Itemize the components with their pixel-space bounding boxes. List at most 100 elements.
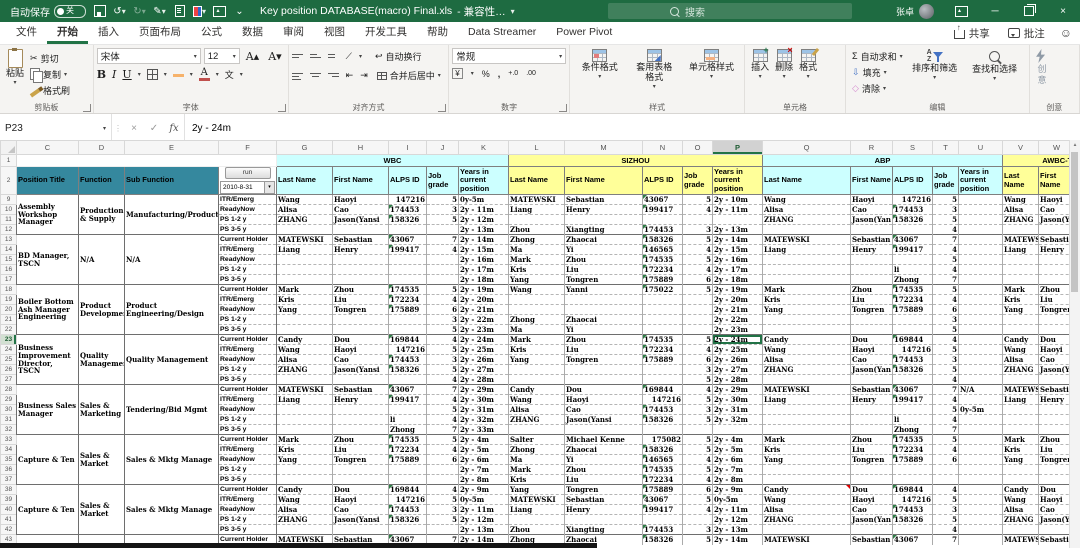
cell[interactable]: 5: [426, 514, 459, 525]
cell[interactable]: [426, 274, 459, 285]
cell[interactable]: Henry: [564, 204, 643, 215]
cell[interactable]: Zhou: [332, 284, 389, 295]
column-header[interactable]: H: [332, 140, 389, 155]
cell[interactable]: [276, 254, 333, 265]
cell[interactable]: Business Improvement Director, TSCN: [16, 334, 79, 385]
cell[interactable]: [1002, 264, 1039, 275]
feedback-smiley-icon[interactable]: ☺: [1060, 26, 1072, 40]
cell[interactable]: [958, 204, 1003, 215]
cell[interactable]: Candy: [762, 484, 851, 495]
cell[interactable]: Current Holder: [218, 234, 277, 245]
cell[interactable]: [682, 424, 713, 435]
cell[interactable]: Alisa: [762, 354, 851, 365]
cell[interactable]: Cao: [1038, 204, 1070, 215]
cell[interactable]: Liu: [850, 444, 893, 455]
cell[interactable]: 2y - 28m: [458, 374, 509, 385]
cell[interactable]: 0y-5m: [458, 494, 509, 505]
cell[interactable]: PS 1-2 y: [218, 364, 277, 375]
cell[interactable]: [762, 424, 851, 435]
cell[interactable]: Yi: [564, 324, 643, 335]
cell[interactable]: 5: [682, 234, 713, 245]
cell[interactable]: 174453: [892, 354, 933, 365]
orientation-icon[interactable]: ⟋: [346, 51, 352, 62]
cell[interactable]: Sebastian: [332, 234, 389, 245]
cell[interactable]: 2y - 12m: [458, 514, 509, 525]
cell[interactable]: [332, 224, 389, 235]
cell[interactable]: [892, 224, 933, 235]
cell[interactable]: PS 3-5 y: [218, 374, 277, 385]
cell[interactable]: [958, 344, 1003, 355]
cell[interactable]: 5: [426, 284, 459, 295]
cell[interactable]: 175082: [642, 434, 683, 445]
cell[interactable]: 146565: [642, 454, 683, 465]
column-header[interactable]: U: [958, 140, 1003, 155]
cell[interactable]: N/A: [124, 234, 219, 285]
cell[interactable]: Liang: [762, 244, 851, 255]
cell[interactable]: [1002, 404, 1039, 415]
cell[interactable]: 5: [932, 434, 959, 445]
cell[interactable]: 43067: [388, 384, 427, 395]
row-header[interactable]: 42: [0, 524, 17, 535]
cell[interactable]: [388, 464, 427, 475]
cell[interactable]: Cao: [1038, 354, 1070, 365]
cell[interactable]: N/A: [78, 234, 125, 285]
cell[interactable]: Wang: [508, 394, 565, 405]
increase-font-icon[interactable]: A▴: [243, 48, 262, 64]
cell[interactable]: 7: [932, 424, 959, 435]
cell[interactable]: Yang: [1002, 304, 1039, 315]
cell[interactable]: Tongren: [564, 484, 643, 495]
cell[interactable]: Alisa: [762, 204, 851, 215]
cell[interactable]: 172234: [892, 444, 933, 455]
header-cell[interactable]: First Name: [850, 166, 893, 195]
cell[interactable]: PS 3-5 y: [218, 274, 277, 285]
cell[interactable]: MATEWSKI: [762, 384, 851, 395]
cell[interactable]: Haoyi: [1038, 494, 1070, 505]
row-header[interactable]: 17: [0, 274, 17, 285]
cell[interactable]: ZHANG: [762, 514, 851, 525]
cell[interactable]: Liang: [508, 504, 565, 515]
cell[interactable]: ZHANG: [276, 364, 333, 375]
row-header[interactable]: 2: [0, 166, 17, 195]
cell[interactable]: 2y - 14m: [458, 234, 509, 245]
cell[interactable]: [276, 374, 333, 385]
cell[interactable]: Sebastian: [850, 234, 893, 245]
row-header[interactable]: 25: [0, 354, 17, 365]
cell[interactable]: [958, 294, 1003, 305]
cell[interactable]: 4: [682, 244, 713, 255]
cell[interactable]: 2y - 31m: [458, 404, 509, 415]
cell[interactable]: [712, 214, 763, 225]
cell[interactable]: Kris: [762, 294, 851, 305]
find-select-button[interactable]: 查找和选择 ▾: [964, 48, 1026, 83]
cell[interactable]: 4: [932, 264, 959, 275]
column-header[interactable]: P: [712, 140, 763, 155]
cell[interactable]: [332, 524, 389, 535]
cell[interactable]: [762, 264, 851, 275]
cell[interactable]: 0y-5m: [958, 404, 1003, 415]
column-header[interactable]: F: [218, 140, 277, 155]
cell[interactable]: Zhaocai: [564, 234, 643, 245]
cell[interactable]: 2y - 16m: [458, 254, 509, 265]
ribbon-display-options-icon[interactable]: [944, 0, 978, 22]
cell[interactable]: [1002, 374, 1039, 385]
cell[interactable]: ZHANG: [508, 414, 565, 425]
group-header[interactable]: ABP: [762, 154, 1003, 167]
cell[interactable]: Jason(Yan: [850, 214, 893, 225]
tab-帮助[interactable]: 帮助: [417, 22, 458, 44]
cell[interactable]: 2y - 5m: [712, 444, 763, 455]
format-as-table-button[interactable]: 套用表格格式 ▾: [627, 48, 682, 91]
cell[interactable]: ReadyNow: [218, 254, 277, 265]
cell[interactable]: 5: [682, 194, 713, 205]
table-macro-icon[interactable]: [213, 5, 226, 18]
cell[interactable]: 172234: [642, 344, 683, 355]
cell[interactable]: [958, 444, 1003, 455]
cell[interactable]: 175889: [642, 274, 683, 285]
cell[interactable]: [508, 514, 565, 525]
cell[interactable]: MATEWSKI: [276, 384, 333, 395]
cell[interactable]: Candy: [1002, 484, 1039, 495]
cell[interactable]: Yang: [508, 354, 565, 365]
cell[interactable]: 174453: [892, 204, 933, 215]
cell[interactable]: [508, 214, 565, 225]
row-header[interactable]: 19: [0, 294, 17, 305]
cell[interactable]: Candy: [276, 334, 333, 345]
cell[interactable]: Tongren: [564, 274, 643, 285]
